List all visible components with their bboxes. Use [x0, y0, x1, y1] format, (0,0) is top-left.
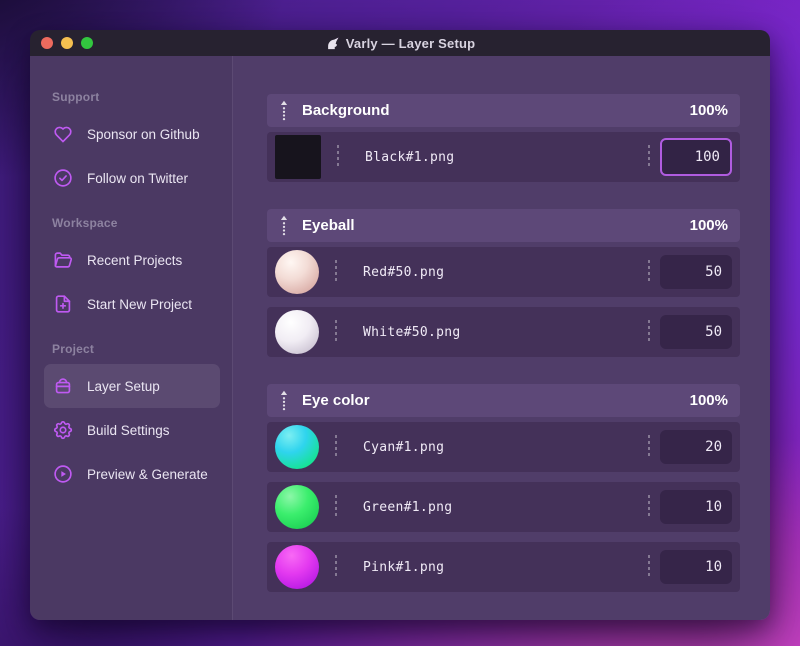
dotted-divider [335, 495, 337, 519]
sidebar-item-follow-on-twitter[interactable]: Follow on Twitter [44, 156, 220, 200]
sidebar-section-label: Workspace [52, 216, 118, 230]
sidebar-item-label: Layer Setup [87, 378, 160, 394]
sidebar-item-label: Follow on Twitter [87, 170, 189, 186]
folder-icon [52, 249, 74, 271]
main-content: Background 100% Black#1.png Eyeball 100% [232, 56, 770, 620]
layer-group-rows: Cyan#1.png Green#1.png Pink#1.png [267, 422, 740, 592]
sidebar-section-label: Support [52, 90, 100, 104]
sidebar-item-layer-setup[interactable]: Layer Setup [44, 364, 220, 408]
layer-weight-input[interactable] [660, 430, 732, 464]
app-window: Varly — Layer Setup Support Sponsor on G… [30, 30, 770, 620]
layer-filename: Pink#1.png [363, 559, 445, 575]
layer-group-title: Background [302, 102, 390, 119]
layer-group-title: Eyeball [302, 217, 355, 234]
layer-row[interactable]: White#50.png [267, 307, 740, 357]
layer-weight-input[interactable] [660, 315, 732, 349]
layer-filename: Black#1.png [365, 149, 455, 165]
layer-group-weight: 100% [689, 217, 728, 234]
zoom-button[interactable] [81, 37, 93, 49]
layer-group-weight: 100% [689, 102, 728, 119]
layer-group-background: Background 100% Black#1.png [267, 94, 740, 182]
dotted-divider [648, 495, 650, 519]
sidebar-section-project: Project Layer Setup Build Settings Previ… [44, 342, 220, 496]
layer-row[interactable]: Pink#1.png [267, 542, 740, 592]
sidebar-item-preview-generate[interactable]: Preview & Generate [44, 452, 220, 496]
layer-group-header: Eyeball 100% [267, 209, 740, 242]
dotted-divider [337, 145, 339, 169]
layer-weight-input[interactable] [660, 550, 732, 584]
sidebar-item-recent-projects[interactable]: Recent Projects [44, 238, 220, 282]
sidebar-item-label: Recent Projects [87, 252, 183, 268]
layer-row[interactable]: Green#1.png [267, 482, 740, 532]
layer-group-weight: 100% [689, 392, 728, 409]
drag-handle-icon[interactable] [279, 215, 289, 236]
sidebar-item-sponsor-on-github[interactable]: Sponsor on Github [44, 112, 220, 156]
layer-group-header: Background 100% [267, 94, 740, 127]
file-plus-icon [52, 293, 74, 315]
layer-group-rows: Black#1.png [267, 132, 740, 182]
play-circle-icon [52, 463, 74, 485]
unicorn-icon [327, 37, 339, 49]
dotted-divider [648, 555, 650, 579]
drag-handle-icon[interactable] [279, 390, 289, 411]
dotted-divider [648, 435, 650, 459]
dotted-divider [648, 260, 650, 284]
dotted-divider [335, 435, 337, 459]
sidebar-item-start-new-project[interactable]: Start New Project [44, 282, 220, 326]
sidebar-section-label: Project [52, 342, 95, 356]
layer-thumbnail [275, 425, 319, 469]
layer-thumbnail [275, 485, 319, 529]
titlebar: Varly — Layer Setup [30, 30, 770, 56]
sidebar-item-label: Sponsor on Github [87, 126, 200, 142]
sidebar-section-workspace: Workspace Recent Projects Start New Proj… [44, 216, 220, 326]
layer-weight-input[interactable] [660, 490, 732, 524]
sidebar-section-items: Layer Setup Build Settings Preview & Gen… [44, 364, 220, 496]
layer-thumbnail [275, 310, 319, 354]
dotted-divider [335, 320, 337, 344]
layer-filename: Green#1.png [363, 499, 453, 515]
sidebar-section-items: Sponsor on Github Follow on Twitter [44, 112, 220, 200]
gear-icon [52, 419, 74, 441]
layer-group-title: Eye color [302, 392, 370, 409]
heart-icon [52, 123, 74, 145]
layer-thumbnail [275, 135, 321, 179]
layer-group-header: Eye color 100% [267, 384, 740, 417]
layer-filename: Red#50.png [363, 264, 445, 280]
layer-thumbnail [275, 250, 319, 294]
sidebar-item-label: Build Settings [87, 422, 170, 438]
layer-row[interactable]: Black#1.png [267, 132, 740, 182]
layer-filename: White#50.png [363, 324, 461, 340]
sidebar-item-label: Start New Project [87, 296, 193, 312]
drag-handle-icon[interactable] [279, 100, 289, 121]
layer-row[interactable]: Red#50.png [267, 247, 740, 297]
dotted-divider [648, 145, 650, 169]
sidebar: Support Sponsor on Github Follow on Twit… [30, 56, 232, 620]
dotted-divider [335, 555, 337, 579]
layer-row[interactable]: Cyan#1.png [267, 422, 740, 472]
sidebar-item-label: Preview & Generate [87, 466, 208, 482]
desktop-background: Varly — Layer Setup Support Sponsor on G… [0, 0, 800, 646]
sidebar-section-support: Support Sponsor on Github Follow on Twit… [44, 90, 220, 200]
layer-weight-input[interactable] [660, 255, 732, 289]
sidebar-section-items: Recent Projects Start New Project [44, 238, 220, 326]
layer-thumbnail [275, 545, 319, 589]
layer-group-eyeball: Eyeball 100% Red#50.png White#50.png [267, 209, 740, 357]
traffic-lights [30, 37, 93, 49]
window-body: Support Sponsor on Github Follow on Twit… [30, 56, 770, 620]
layer-group-rows: Red#50.png White#50.png [267, 247, 740, 357]
layer-weight-input[interactable] [660, 138, 732, 176]
window-title: Varly — Layer Setup [30, 30, 770, 56]
layers-icon [52, 375, 74, 397]
close-button[interactable] [41, 37, 53, 49]
layer-filename: Cyan#1.png [363, 439, 445, 455]
dotted-divider [648, 320, 650, 344]
layer-group-eye-color: Eye color 100% Cyan#1.png Green#1.png Pi… [267, 384, 740, 592]
badge-check-icon [52, 167, 74, 189]
window-title-text: Varly — Layer Setup [345, 35, 476, 51]
dotted-divider [335, 260, 337, 284]
minimize-button[interactable] [61, 37, 73, 49]
sidebar-item-build-settings[interactable]: Build Settings [44, 408, 220, 452]
